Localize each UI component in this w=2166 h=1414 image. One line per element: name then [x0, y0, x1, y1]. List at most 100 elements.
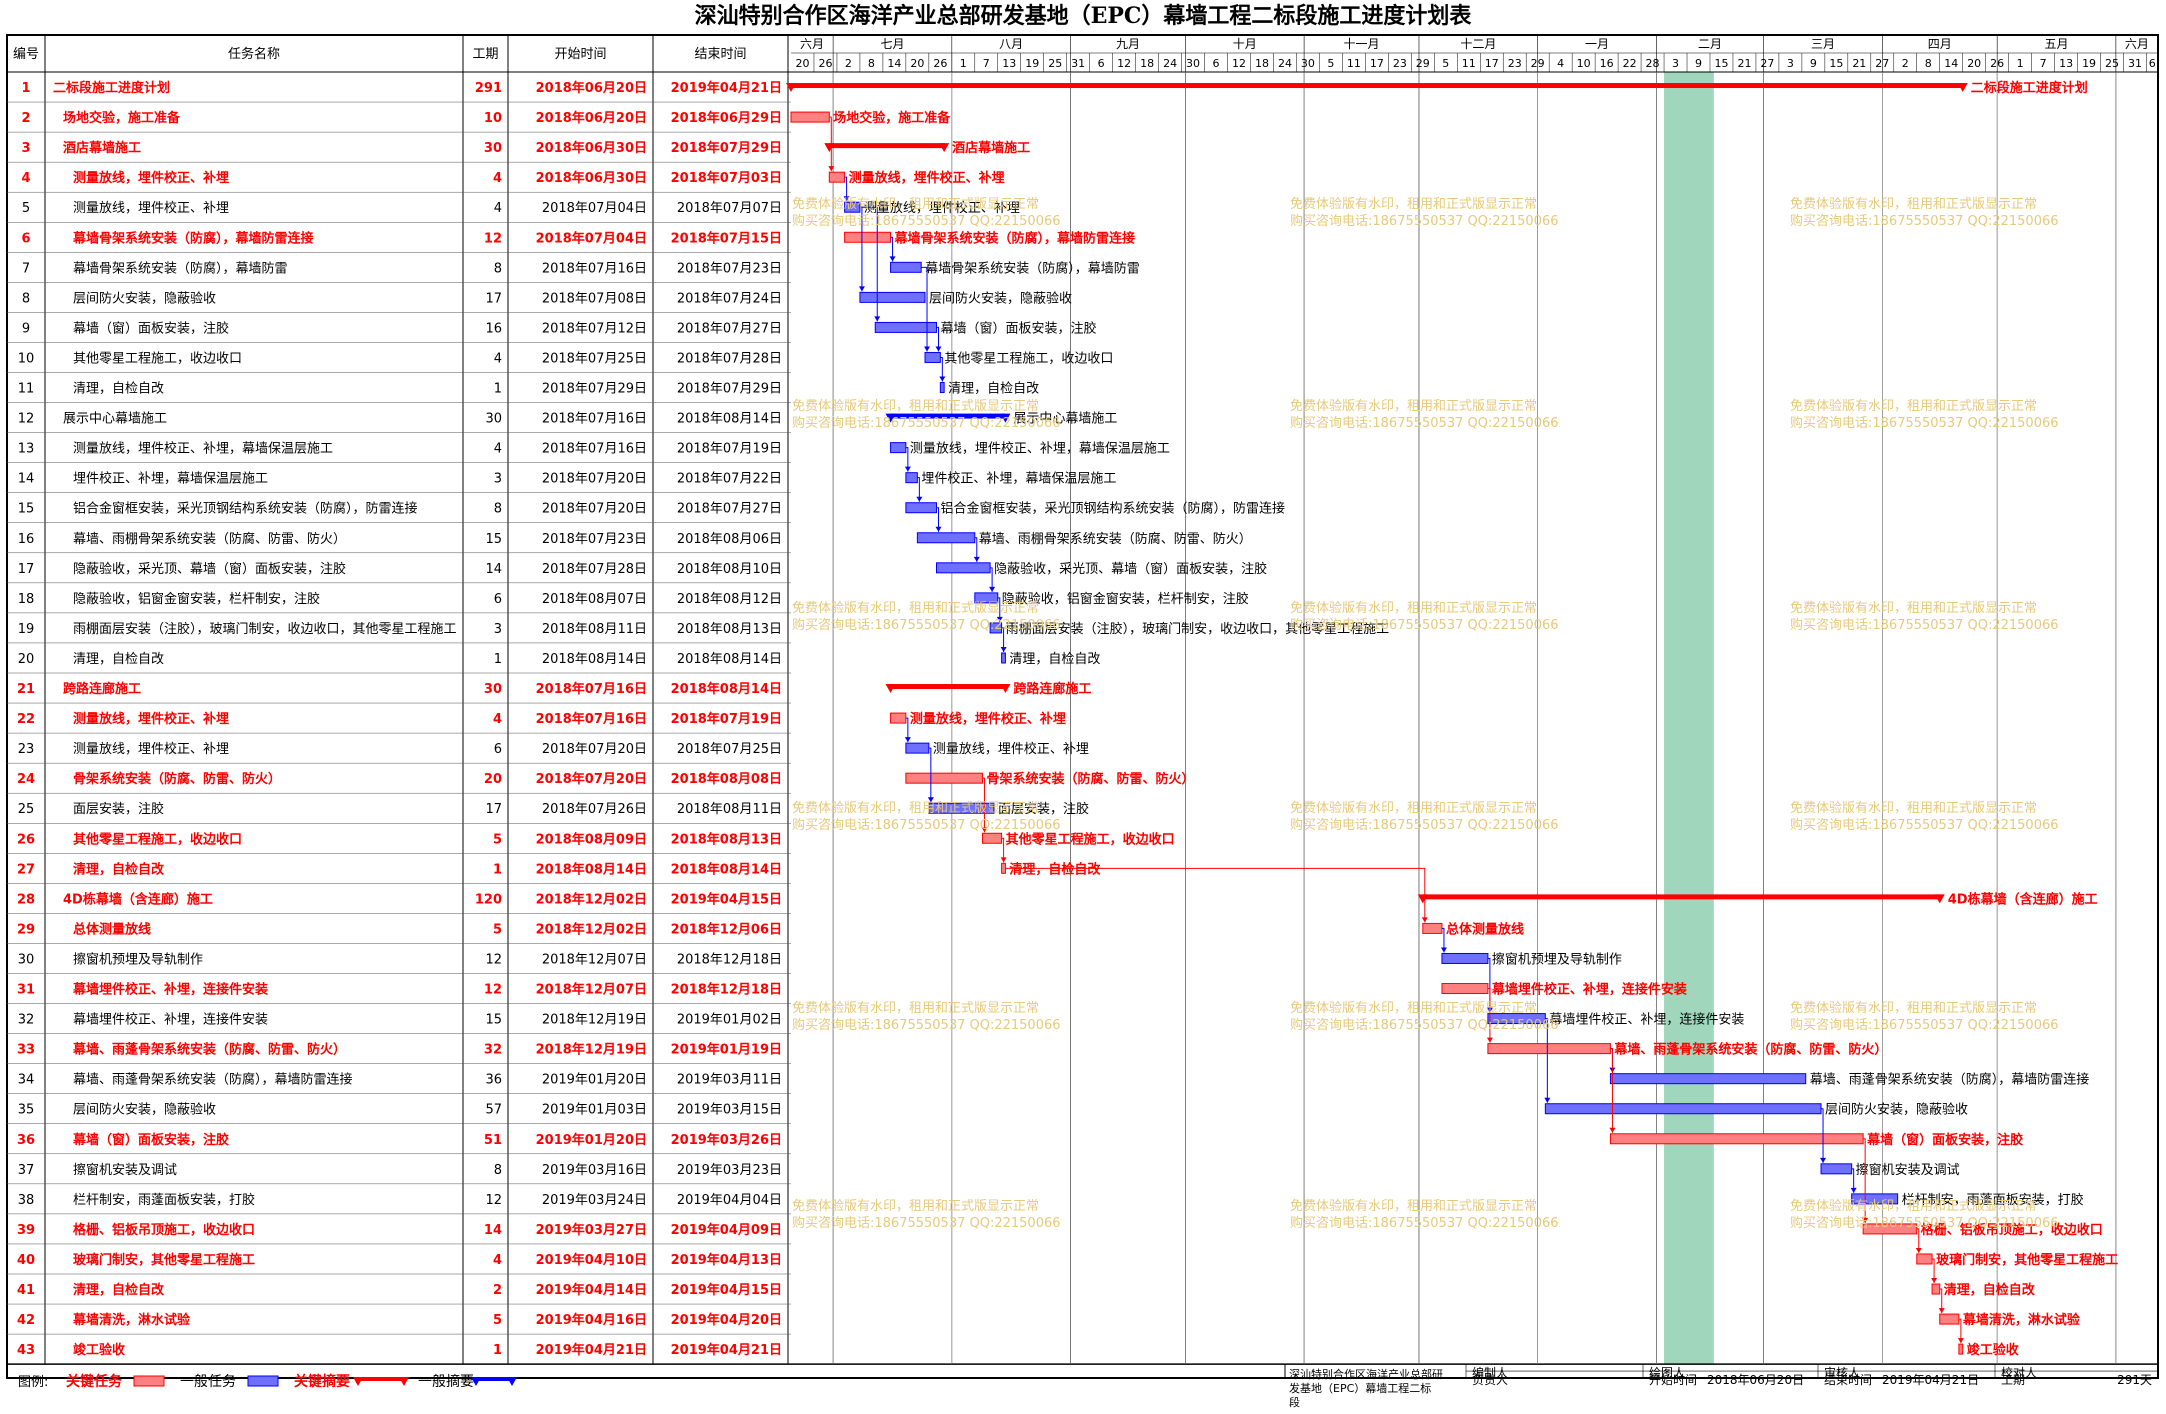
task-end: 2018年07月25日: [677, 742, 782, 757]
task-start: 2018年06月20日: [536, 80, 647, 96]
day-tick-label: 31: [2128, 57, 2142, 70]
watermark-text: 免费体验版有水印，租用和正式版显示正常: [1790, 600, 2037, 616]
task-name: 铝合金窗框安装，采光顶钢结构系统安装（防腐），防雷连接: [73, 501, 418, 517]
watermark-text: 免费体验版有水印，租用和正式版显示正常: [792, 1198, 1039, 1214]
task-id: 38: [18, 1193, 35, 1208]
task-id: 1: [21, 81, 30, 96]
legend-critical-summary-swatch: [358, 1377, 404, 1381]
bar-label: 测量放线，埋件校正、补埋: [910, 711, 1066, 727]
footer-project-line: 发基地（EPC）幕墙工程二标: [1289, 1381, 1431, 1395]
watermark-text: 免费体验版有水印，租用和正式版显示正常: [1290, 1198, 1537, 1214]
task-duration: 3: [494, 622, 502, 637]
task-name: 展示中心幕墙施工: [63, 412, 167, 427]
day-tick-label: 3: [1787, 57, 1794, 70]
bar-label: 总体测量放线: [1446, 921, 1524, 937]
task-bar: [1916, 1253, 1933, 1265]
dependency-arrow: [1820, 1157, 1827, 1163]
day-tick-label: 21: [1737, 57, 1751, 70]
task-name: 幕墙骨架系统安装（防腐），幕墙防雷: [73, 260, 288, 276]
task-duration: 120: [475, 892, 502, 907]
task-id: 7: [22, 261, 30, 276]
task-name: 层间防火安装，隐蔽验收: [73, 1102, 216, 1118]
bar-label: 清理，自检自改: [948, 382, 1039, 397]
task-name: 清理，自检自改: [73, 861, 165, 877]
task-bar: [1958, 1343, 1964, 1355]
day-tick-label: 26: [818, 57, 832, 70]
task-end: 2018年08月11日: [677, 802, 782, 817]
task-id: 14: [18, 472, 35, 487]
task-end: 2018年08月10日: [677, 562, 782, 577]
summary-bar: [791, 83, 1963, 89]
task-name: 幕墙埋件校正、补埋，连接件安装: [72, 982, 268, 998]
task-start: 2018年07月16日: [542, 442, 647, 457]
task-duration: 1: [494, 652, 502, 667]
task-bar: [1001, 652, 1006, 664]
task-start: 2018年07月28日: [542, 562, 647, 577]
task-bar: [1441, 983, 1489, 995]
task-start: 2018年07月20日: [542, 472, 647, 487]
day-tick-label: 3: [1672, 57, 1679, 70]
task-duration: 4: [494, 442, 502, 457]
task-duration: 4: [493, 712, 502, 727]
task-id: 20: [18, 652, 35, 667]
task-id: 43: [17, 1343, 35, 1358]
dependency-arrow: [904, 466, 911, 472]
task-start: 2019年04月14日: [536, 1282, 647, 1298]
task-start: 2019年01月03日: [542, 1103, 647, 1118]
day-tick-label: 18: [1255, 57, 1269, 70]
task-id: 32: [18, 1013, 35, 1028]
task-id: 10: [18, 351, 35, 366]
day-tick-label: 24: [1278, 57, 1292, 70]
watermark-text: 免费体验版有水印，租用和正式版显示正常: [1790, 1000, 2037, 1016]
task-name: 幕墙埋件校正、补埋，连接件安装: [73, 1012, 268, 1028]
dependency-arrow: [1931, 1278, 1938, 1284]
bar-label: 跨路连廊施工: [1013, 681, 1091, 697]
task-start: 2019年04月21日: [536, 1342, 647, 1358]
task-duration: 30: [484, 141, 502, 156]
task-name: 测量放线，埋件校正、补埋: [73, 170, 229, 186]
task-name: 栏杆制安，雨蓬面板安装，打胶: [73, 1192, 255, 1208]
task-name: 隐蔽验收，采光顶、幕墙（窗）面板安装，注胶: [73, 561, 346, 577]
task-id: 33: [17, 1043, 35, 1058]
task-bar: [890, 712, 907, 724]
task-end: 2018年12月06日: [671, 921, 782, 937]
task-end: 2018年07月19日: [671, 711, 782, 727]
task-end: 2019年04月20日: [671, 1312, 782, 1328]
task-start: 2018年07月23日: [542, 532, 647, 547]
watermark-text: 免费体验版有水印，租用和正式版显示正常: [1290, 398, 1537, 414]
task-name: 幕墙、雨蓬骨架系统安装（防腐），幕墙防雷连接: [73, 1072, 353, 1088]
task-duration: 5: [493, 1313, 502, 1328]
day-tick-label: 14: [887, 57, 901, 70]
task-name: 幕墙骨架系统安装（防腐），幕墙防雷连接: [72, 230, 314, 246]
dependency-arrow: [935, 526, 942, 532]
task-duration: 14: [484, 1223, 502, 1238]
task-name: 竣工验收: [73, 1342, 126, 1358]
day-tick-label: 19: [1025, 57, 1039, 70]
task-bar: [1609, 1133, 1864, 1145]
legend-normal-summary-marker: [507, 1377, 517, 1386]
task-start: 2018年07月20日: [542, 742, 647, 757]
task-start: 2019年03月24日: [542, 1193, 647, 1208]
day-tick-label: 17: [1485, 57, 1499, 70]
task-id: 30: [18, 952, 35, 967]
task-duration: 12: [484, 231, 502, 246]
month-label: 五月: [2045, 37, 2069, 51]
bar-label: 铝合金窗框安装，采光顶钢结构系统安装（防腐），防雷连接: [941, 501, 1286, 517]
task-start: 2019年04月10日: [536, 1252, 647, 1268]
task-start: 2019年03月16日: [542, 1163, 647, 1178]
task-id: 16: [18, 532, 35, 547]
day-tick-label: 15: [1829, 57, 1843, 70]
task-name: 清理，自检自改: [73, 652, 164, 667]
task-start: 2018年06月20日: [536, 110, 647, 126]
task-end: 2018年12月18日: [671, 982, 782, 998]
bar-label: 测量放线，埋件校正、补埋，幕墙保温层施工: [910, 441, 1170, 457]
task-end: 2018年08月14日: [677, 652, 782, 667]
task-start: 2018年07月26日: [542, 802, 647, 817]
task-name: 层间防火安装，隐蔽验收: [73, 290, 216, 306]
task-end: 2018年07月22日: [677, 472, 782, 487]
task-id: 12: [18, 412, 35, 427]
task-end: 2018年07月29日: [671, 140, 782, 156]
day-tick-label: 8: [868, 57, 875, 70]
task-id: 40: [17, 1253, 35, 1268]
task-duration: 3: [494, 472, 502, 487]
